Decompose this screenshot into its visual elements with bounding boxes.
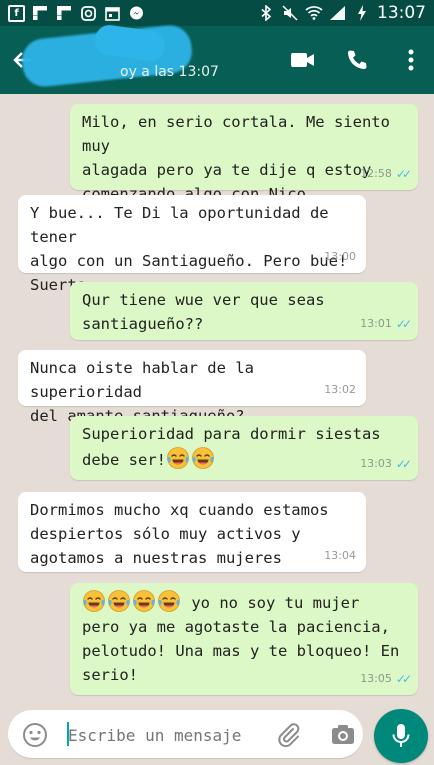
more-options-button[interactable] [396, 45, 426, 75]
video-call-button[interactable] [288, 45, 318, 75]
phone-icon [347, 50, 367, 70]
paperclip-icon[interactable] [276, 722, 302, 748]
microphone-icon [392, 724, 410, 747]
message-text: yo no soy tu mujer pero ya me agotaste l… [82, 589, 408, 687]
outgoing-message[interactable]: Superioridad para dormir siestas debe se… [70, 416, 418, 480]
messenger-icon [127, 5, 145, 21]
tears-of-joy-emoji [133, 590, 155, 612]
message-meta: 13:04 [324, 544, 356, 568]
message-meta: 13:03 ✓✓ [360, 452, 412, 476]
tears-of-joy-emoji [158, 590, 180, 612]
charging-icon [353, 5, 371, 21]
message-time: 13:04 [324, 549, 356, 562]
more-icon [408, 49, 414, 71]
message-text: Superioridad para dormir siestas debe se… [82, 422, 408, 472]
message-time: 13:03 [360, 457, 392, 470]
compose-bar [0, 705, 434, 765]
message-meta: 12:58 ✓✓ [360, 162, 412, 186]
status-bar: f 13:07 [0, 0, 434, 26]
last-seen-text: oy a las 13:07 [120, 64, 219, 80]
signal-icon [329, 5, 347, 21]
incoming-message[interactable]: Nunca oiste hablar de la superioridad de… [18, 350, 366, 425]
message-time: 12:58 [360, 167, 392, 180]
mute-icon [281, 5, 299, 21]
message-time: 13:02 [324, 383, 356, 396]
tears-of-joy-emoji [167, 447, 189, 469]
header-actions [288, 26, 426, 94]
mic-button[interactable] [374, 709, 428, 763]
incoming-message[interactable]: Y bue... Te Di la oportunidad de tener a… [18, 195, 366, 294]
clock: 13:07 [377, 3, 426, 23]
notification-icons: f [8, 4, 145, 22]
video-call-icon [291, 53, 314, 67]
read-ticks-icon: ✓✓ [395, 457, 412, 471]
system-icons: 13:07 [257, 3, 426, 23]
instagram-icon [79, 5, 97, 21]
tears-of-joy-emoji [192, 447, 214, 469]
message-input[interactable] [66, 720, 250, 750]
chat-header: oy a las 13:07 [0, 23, 434, 94]
flipboard-icon [55, 5, 73, 21]
message-text: Dormimos mucho xq cuando estamos despier… [30, 501, 329, 567]
outgoing-message[interactable]: Qur tiene wue ver que seas santiagueño??… [70, 282, 418, 340]
emoji-run [166, 447, 216, 469]
incoming-message[interactable]: Dormimos mucho xq cuando estamos despier… [18, 492, 366, 572]
bluetooth-icon [257, 5, 275, 21]
emoji-icon[interactable] [22, 722, 48, 748]
message-text-content: Superioridad para dormir siestas debe se… [82, 425, 381, 469]
message-text: Milo, en serio cortala. Me siento muy al… [82, 113, 390, 203]
facebook-icon: f [8, 4, 25, 22]
message-text: Qur tiene wue ver que seas santiagueño?? [82, 291, 325, 333]
voice-call-button[interactable] [342, 45, 372, 75]
message-time: 13:01 [360, 317, 392, 330]
message-meta: 13:01 ✓✓ [360, 312, 412, 336]
outgoing-message[interactable]: Milo, en serio cortala. Me siento muy al… [70, 104, 418, 203]
camera-icon[interactable] [330, 722, 356, 748]
outgoing-message[interactable]: yo no soy tu mujer pero ya me agotaste l… [70, 583, 418, 695]
wifi-icon [305, 5, 323, 21]
message-meta: 13:05 ✓✓ [360, 667, 412, 691]
emoji-run [82, 590, 182, 612]
message-meta: 13:00 [324, 245, 356, 269]
read-ticks-icon: ✓✓ [395, 167, 412, 181]
calendar-icon [103, 5, 121, 21]
read-ticks-icon: ✓✓ [395, 672, 412, 686]
tears-of-joy-emoji [108, 590, 130, 612]
message-time: 13:00 [324, 250, 356, 263]
tears-of-joy-emoji [83, 590, 105, 612]
flipboard-icon [31, 5, 49, 21]
message-time: 13:05 [360, 672, 392, 685]
read-ticks-icon: ✓✓ [395, 317, 412, 331]
compose-pill [8, 710, 363, 758]
message-meta: 13:02 [324, 378, 356, 402]
message-list[interactable]: Milo, en serio cortala. Me siento muy al… [0, 94, 434, 704]
